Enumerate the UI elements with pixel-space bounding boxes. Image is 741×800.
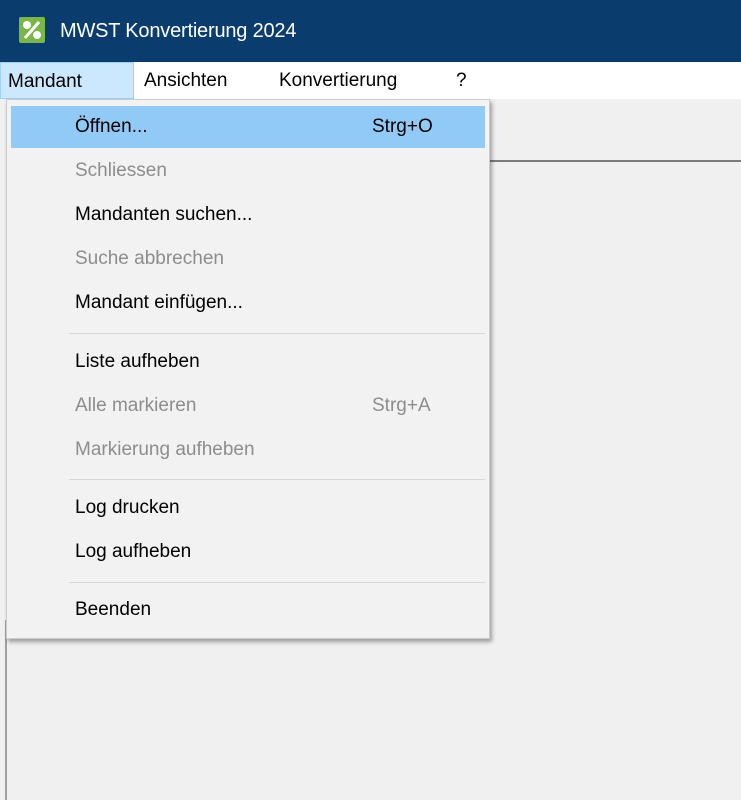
menu-item-label: Log aufheben bbox=[75, 541, 192, 562]
menu-item-alle-markieren[interactable]: Alle markieren Strg+A bbox=[11, 385, 485, 427]
menu-item-schliessen[interactable]: Schliessen bbox=[11, 150, 485, 192]
menu-item-label: Log drucken bbox=[75, 497, 180, 518]
menu-item-suche-abbrechen[interactable]: Suche abbrechen bbox=[11, 238, 485, 280]
menu-item-label: Mandant einfügen... bbox=[75, 292, 243, 313]
menu-item-label: Mandanten suchen... bbox=[75, 204, 253, 225]
menu-separator bbox=[69, 333, 485, 334]
menu-item-beenden[interactable]: Beenden bbox=[11, 589, 485, 631]
menu-separator bbox=[69, 582, 485, 583]
menu-item-mandanten-suchen[interactable]: Mandanten suchen... bbox=[11, 194, 485, 236]
menu-item-log-aufheben[interactable]: Log aufheben bbox=[11, 531, 485, 573]
menu-item-oeffnen[interactable]: Öffnen... Strg+O bbox=[11, 106, 485, 148]
menu-help[interactable]: ? bbox=[447, 62, 476, 99]
menu-ansichten[interactable]: Ansichten bbox=[135, 62, 236, 99]
menu-item-markierung-aufheben[interactable]: Markierung aufheben bbox=[11, 429, 485, 471]
menu-item-liste-aufheben[interactable]: Liste aufheben bbox=[11, 341, 485, 383]
menu-item-shortcut: Strg+O bbox=[372, 116, 433, 137]
menu-item-label: Alle markieren bbox=[75, 395, 197, 416]
toolbar-divider bbox=[490, 160, 741, 162]
menu-item-label: Liste aufheben bbox=[75, 351, 200, 372]
menu-separator bbox=[69, 479, 485, 480]
window-title: MWST Konvertierung 2024 bbox=[60, 20, 297, 42]
menu-item-shortcut: Strg+A bbox=[372, 395, 431, 416]
percent-icon bbox=[19, 17, 45, 43]
mandant-dropdown-menu: Öffnen... Strg+O Schliessen Mandanten su… bbox=[6, 99, 490, 639]
menu-item-mandant-einfuegen[interactable]: Mandant einfügen... bbox=[11, 282, 485, 324]
menu-bar: Mandant Ansichten Konvertierung ? bbox=[0, 62, 741, 99]
menu-item-log-drucken[interactable]: Log drucken bbox=[11, 487, 485, 529]
title-bar: MWST Konvertierung 2024 bbox=[0, 0, 741, 62]
menu-konvertierung[interactable]: Konvertierung bbox=[270, 62, 406, 99]
menu-item-label: Markierung aufheben bbox=[75, 439, 255, 460]
menu-item-label: Schliessen bbox=[75, 160, 167, 181]
menu-item-label: Beenden bbox=[75, 599, 152, 620]
window-left-border bbox=[5, 620, 7, 800]
menu-item-label: Öffnen... bbox=[75, 116, 148, 137]
menu-mandant[interactable]: Mandant bbox=[0, 62, 134, 99]
menu-item-label: Suche abbrechen bbox=[75, 248, 224, 269]
